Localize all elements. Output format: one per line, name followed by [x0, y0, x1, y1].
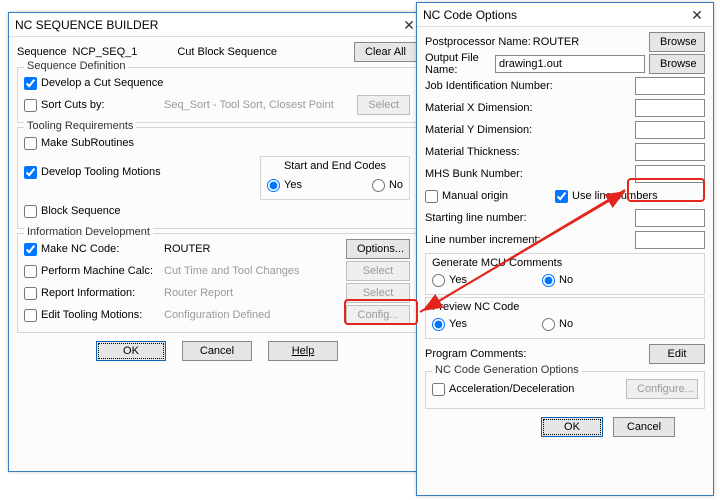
- job-id-label: Job Identification Number:: [425, 80, 575, 92]
- start-end-label: Start and End Codes: [267, 160, 403, 172]
- mhs-label: MHS Bunk Number:: [425, 168, 575, 180]
- titlebar: NC Code Options ✕: [417, 3, 713, 27]
- group-legend: Information Development: [24, 226, 153, 238]
- perform-machine-hint: Cut Time and Tool Changes: [154, 265, 346, 277]
- titlebar: NC SEQUENCE BUILDER ✕: [9, 13, 425, 37]
- mcu-yes-radio[interactable]: [432, 274, 445, 287]
- make-subroutines-checkbox[interactable]: [24, 137, 37, 150]
- develop-tooling-checkbox[interactable]: [24, 166, 37, 179]
- make-nc-code-checkbox[interactable]: [24, 243, 37, 256]
- mat-thick-input[interactable]: [635, 143, 705, 161]
- no-label: No: [559, 318, 573, 330]
- develop-tooling-label: Develop Tooling Motions: [41, 166, 161, 178]
- sort-cuts-label: Sort Cuts by:: [41, 99, 105, 111]
- sequence-name: NCP_SEQ_1: [73, 46, 138, 58]
- perform-machine-label: Perform Machine Calc:: [41, 265, 153, 277]
- make-nc-code-label: Make NC Code:: [41, 243, 119, 255]
- mat-y-label: Material Y Dimension:: [425, 124, 575, 136]
- machine-select-button[interactable]: Select: [346, 261, 410, 281]
- perform-machine-checkbox[interactable]: [24, 265, 37, 278]
- edit-comments-button[interactable]: Edit: [649, 344, 705, 364]
- report-select-button[interactable]: Select: [346, 283, 410, 303]
- yes-label: Yes: [449, 274, 467, 286]
- start-line-label: Starting line number:: [425, 212, 575, 224]
- output-file-input[interactable]: [495, 55, 645, 73]
- sequence-desc: Cut Block Sequence: [177, 46, 277, 58]
- options-button[interactable]: Options...: [346, 239, 410, 259]
- edit-tooling-label: Edit Tooling Motions:: [41, 309, 142, 321]
- use-line-num-label: Use line numbers: [572, 190, 658, 202]
- sort-select-button[interactable]: Select: [357, 95, 410, 115]
- nc-sequence-builder-dialog: NC SEQUENCE BUILDER ✕ Sequence NCP_SEQ_1…: [8, 12, 426, 472]
- preview-yes-radio[interactable]: [432, 318, 445, 331]
- yes-label: Yes: [284, 179, 302, 191]
- window-title: NC Code Options: [423, 8, 687, 22]
- accel-decel-checkbox[interactable]: [432, 383, 445, 396]
- start-end-no-radio[interactable]: [372, 179, 385, 192]
- preview-nc-group: Preview NC Code Yes No: [425, 297, 705, 339]
- browse-file-button[interactable]: Browse: [649, 54, 705, 74]
- block-sequence-label: Block Sequence: [41, 205, 121, 217]
- help-button[interactable]: Help: [268, 341, 338, 361]
- program-comments-label: Program Comments:: [425, 348, 526, 360]
- ok-button[interactable]: OK: [541, 417, 603, 437]
- sort-cuts-checkbox[interactable]: [24, 99, 37, 112]
- information-development-group: Information Development Make NC Code: RO…: [17, 233, 417, 333]
- group-legend: NC Code Generation Options: [432, 364, 582, 376]
- start-end-yes-radio[interactable]: [267, 179, 280, 192]
- start-line-input[interactable]: [635, 209, 705, 227]
- clear-all-button[interactable]: Clear All: [354, 42, 417, 62]
- no-label: No: [389, 179, 403, 191]
- yes-label: Yes: [449, 318, 467, 330]
- postprocessor-value: ROUTER: [533, 36, 579, 48]
- sort-cuts-hint: Seq_Sort - Tool Sort, Closest Point: [124, 99, 357, 111]
- accel-decel-label: Acceleration/Deceleration: [449, 383, 574, 395]
- nc-code-options-dialog: NC Code Options ✕ Postprocessor Name: RO…: [416, 2, 714, 496]
- edit-tooling-checkbox[interactable]: [24, 309, 37, 322]
- configure-button[interactable]: Configure...: [626, 379, 698, 399]
- report-info-hint: Router Report: [154, 287, 346, 299]
- preview-no-radio[interactable]: [542, 318, 555, 331]
- group-legend: Sequence Definition: [24, 60, 128, 72]
- browse-post-button[interactable]: Browse: [649, 32, 705, 52]
- report-info-label: Report Information:: [41, 287, 135, 299]
- cancel-button[interactable]: Cancel: [182, 341, 252, 361]
- postprocessor-label: Postprocessor Name:: [425, 36, 531, 48]
- router-value: ROUTER: [154, 243, 346, 255]
- report-info-checkbox[interactable]: [24, 287, 37, 300]
- line-inc-label: Line number increment:: [425, 234, 575, 246]
- no-label: No: [559, 274, 573, 286]
- window-title: NC SEQUENCE BUILDER: [15, 18, 399, 32]
- generate-mcu-group: Generate MCU Comments Yes No: [425, 253, 705, 295]
- mat-x-label: Material X Dimension:: [425, 102, 575, 114]
- mat-x-input[interactable]: [635, 99, 705, 117]
- line-inc-input[interactable]: [635, 231, 705, 249]
- mat-thick-label: Material Thickness:: [425, 146, 575, 158]
- manual-origin-checkbox[interactable]: [425, 190, 438, 203]
- edit-tooling-hint: Configuration Defined: [154, 309, 346, 321]
- use-line-num-checkbox[interactable]: [555, 190, 568, 203]
- make-subroutines-label: Make SubRoutines: [41, 137, 134, 149]
- tooling-requirements-group: Tooling Requirements Make SubRoutines De…: [17, 127, 417, 229]
- nc-gen-options-group: NC Code Generation Options Acceleration/…: [425, 371, 705, 409]
- develop-cut-label: Develop a Cut Sequence: [41, 77, 163, 89]
- develop-cut-checkbox[interactable]: [24, 77, 37, 90]
- mcu-no-radio[interactable]: [542, 274, 555, 287]
- close-icon[interactable]: ✕: [687, 7, 707, 23]
- cancel-button[interactable]: Cancel: [613, 417, 675, 437]
- mhs-input[interactable]: [635, 165, 705, 183]
- job-id-input[interactable]: [635, 77, 705, 95]
- ok-button[interactable]: OK: [96, 341, 166, 361]
- sequence-definition-group: Sequence Definition Develop a Cut Sequen…: [17, 67, 417, 123]
- sequence-label: Sequence: [17, 46, 67, 58]
- manual-origin-label: Manual origin: [442, 190, 508, 202]
- output-file-label: Output File Name:: [425, 52, 491, 76]
- config-button[interactable]: Config...: [346, 305, 410, 325]
- group-legend: Tooling Requirements: [24, 120, 136, 132]
- generate-mcu-label: Generate MCU Comments: [432, 257, 698, 269]
- preview-nc-label: Preview NC Code: [432, 301, 698, 313]
- mat-y-input[interactable]: [635, 121, 705, 139]
- block-sequence-checkbox[interactable]: [24, 205, 37, 218]
